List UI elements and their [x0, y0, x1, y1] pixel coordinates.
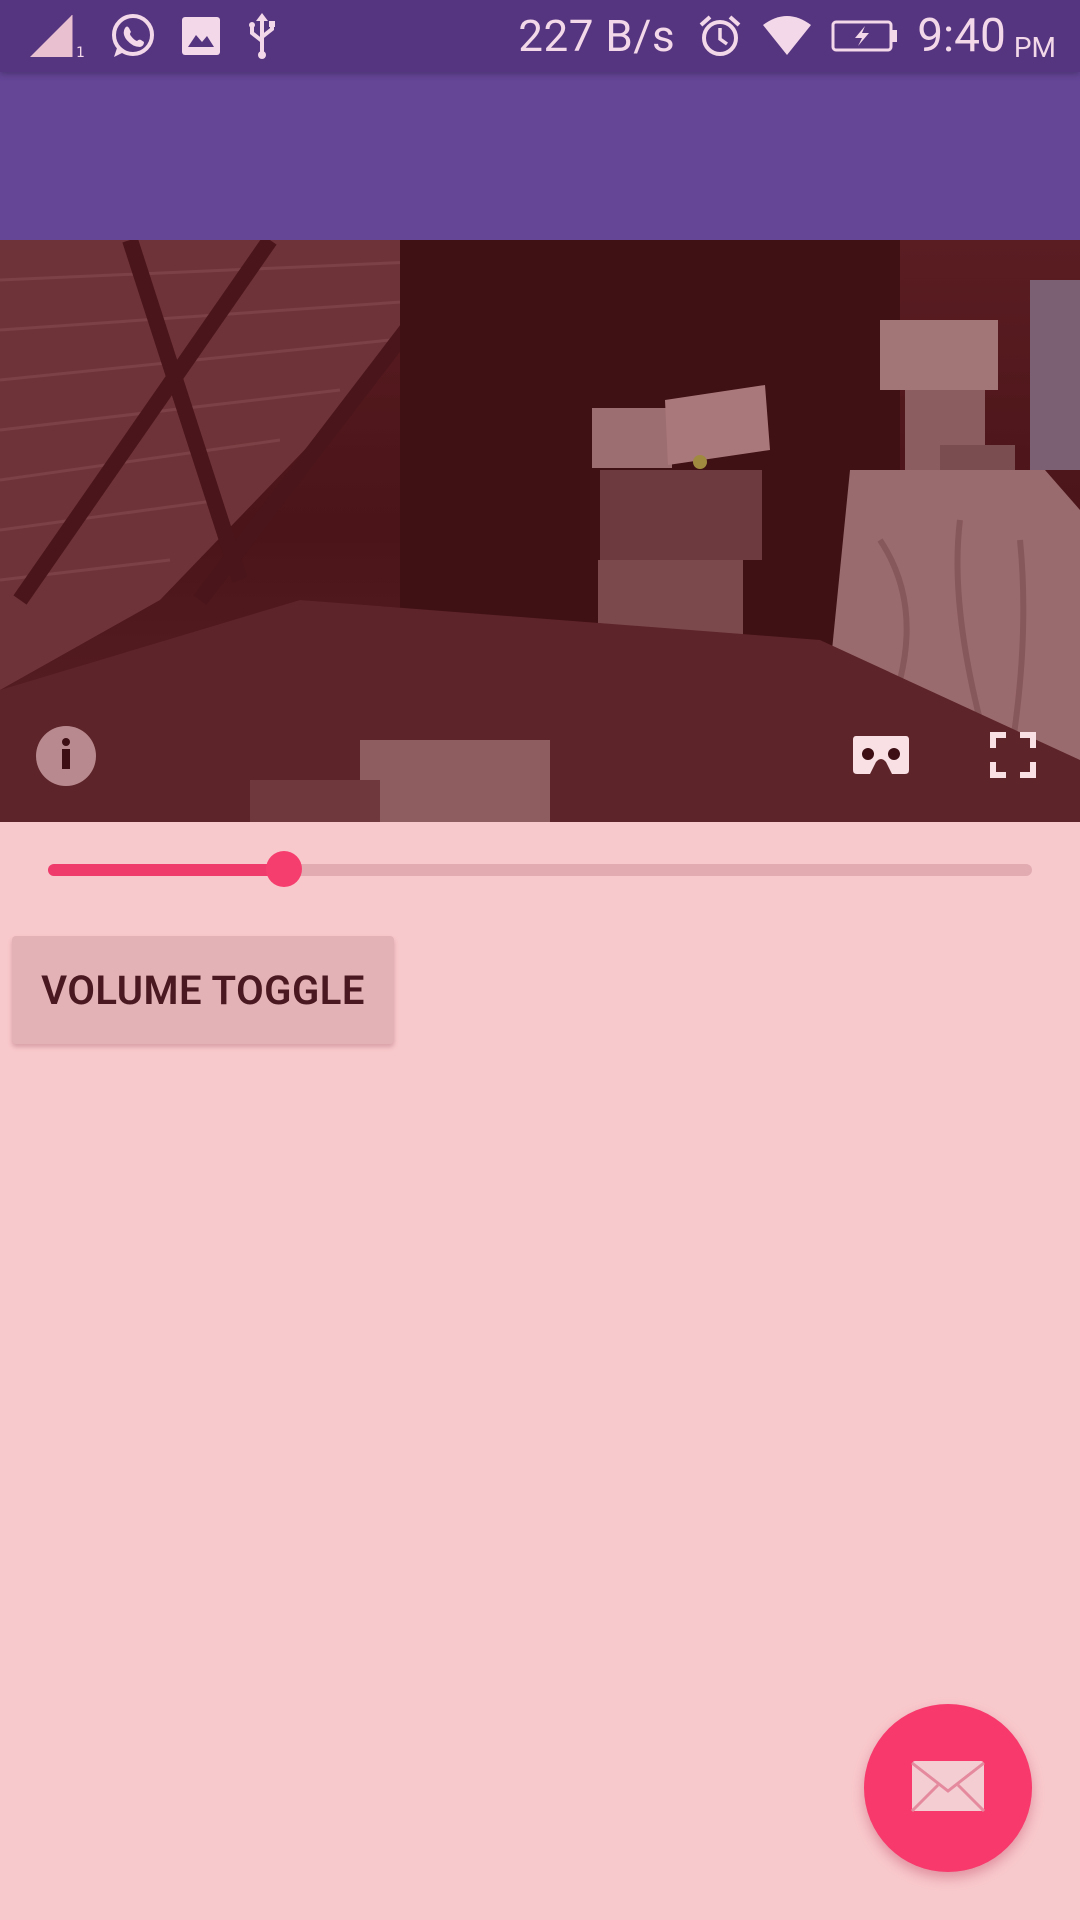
status-bar: 1 227 B/s 9:40 PM [0, 0, 1080, 72]
clock-ampm: PM [1013, 31, 1056, 64]
info-button[interactable] [36, 726, 96, 786]
video-frame [0, 240, 1080, 822]
whatsapp-icon [108, 11, 158, 61]
network-speed: 227 B/s [518, 10, 676, 62]
clock-time: 9:40 [917, 9, 1006, 63]
vr-video-view[interactable] [0, 240, 1080, 822]
clock: 9:40 PM [917, 9, 1056, 64]
slider-thumb[interactable] [266, 851, 302, 887]
volume-toggle-button[interactable]: VOLUME TOGGLE [12, 936, 394, 1044]
info-icon [56, 737, 76, 775]
gallery-icon [180, 15, 222, 57]
battery-charging-icon [831, 18, 899, 54]
mail-icon [910, 1759, 986, 1817]
seek-slider[interactable] [48, 850, 1032, 890]
fullscreen-button[interactable] [990, 732, 1036, 778]
slider-progress [48, 864, 284, 876]
app-bar [0, 72, 1080, 240]
svg-text:1: 1 [76, 45, 85, 59]
cardboard-vr-button[interactable] [852, 734, 910, 776]
fullscreen-icon [990, 732, 1036, 782]
usb-icon [244, 11, 280, 61]
alarm-icon [697, 13, 743, 59]
cardboard-vr-icon [852, 736, 910, 780]
wifi-icon [761, 15, 813, 57]
mail-fab-button[interactable] [864, 1704, 1032, 1872]
signal-icon: 1 [28, 13, 86, 59]
